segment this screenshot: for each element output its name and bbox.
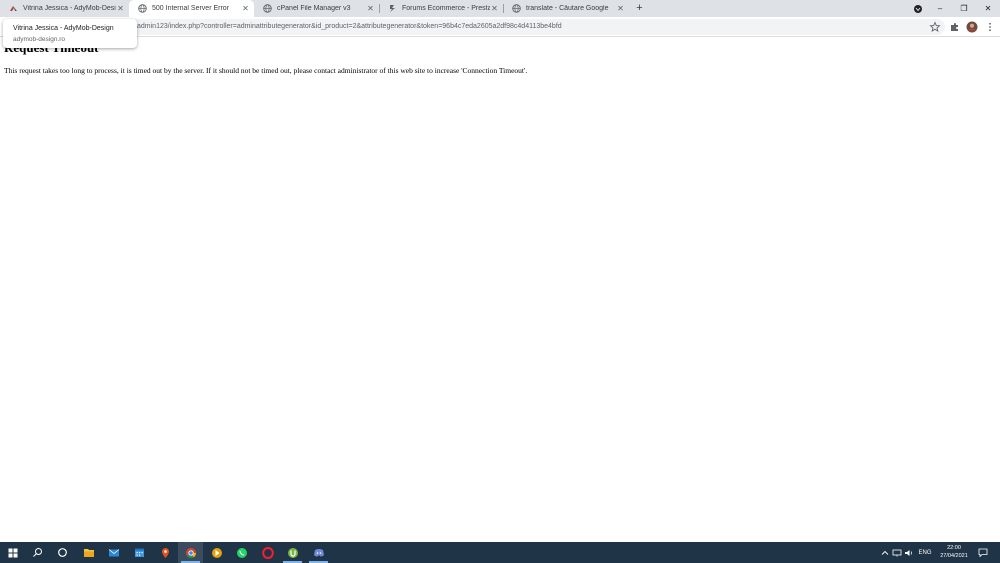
puzzle-icon — [951, 23, 958, 31]
volume-icon[interactable] — [903, 542, 915, 563]
discord-icon — [313, 548, 324, 557]
address-bar-url[interactable]: admin123/index.php?controller=adminattri… — [137, 21, 562, 33]
chrome-icon — [185, 547, 196, 558]
avatar-icon — [966, 21, 978, 33]
tab-forums-prestashop[interactable]: Forums Ecommerce - PrestaShop ✕ — [379, 0, 503, 17]
adymob-favicon-icon — [9, 4, 18, 13]
tab-search-button[interactable] — [911, 2, 925, 16]
tab-strip: Vitrina Jessica - AdyMob-Design ✕ 500 In… — [0, 0, 1000, 17]
taskbar-clock[interactable]: 22:00 27/04/2021 — [932, 544, 976, 560]
profile-avatar[interactable] — [965, 20, 979, 34]
globe-icon — [263, 4, 272, 13]
maps-icon — [162, 547, 169, 558]
cortana-button[interactable] — [50, 542, 75, 563]
hover-card-url: adymob-design.ro — [13, 36, 66, 43]
utorrent-icon — [287, 547, 298, 558]
restore-button[interactable]: ❐ — [952, 0, 976, 17]
globe-icon — [138, 4, 147, 13]
tab-search-icon — [914, 5, 922, 13]
minimize-button[interactable]: – — [928, 0, 952, 17]
tab-title: Forums Ecommerce - PrestaShop — [402, 5, 490, 12]
tab-hover-card: Vitrina Jessica - AdyMob-Design adymob-d… — [3, 19, 137, 48]
clock-date: 27/04/2021 — [940, 553, 968, 559]
tab-title: translate - Căutare Google — [526, 5, 609, 12]
tab-close-icon[interactable]: ✕ — [490, 4, 499, 13]
new-tab-button[interactable]: + — [633, 2, 646, 15]
tray-overflow-chevron-up-icon[interactable] — [879, 542, 891, 563]
tab-cpanel-file-manager[interactable]: cPanel File Manager v3 ✕ — [254, 0, 379, 17]
opera-button[interactable] — [255, 542, 280, 563]
notifications-icon — [978, 548, 988, 557]
plex-icon — [211, 547, 222, 558]
tab-close-icon[interactable]: ✕ — [616, 4, 625, 13]
whatsapp-icon — [236, 547, 247, 558]
utorrent-button[interactable] — [280, 542, 305, 563]
tab-close-icon[interactable]: ✕ — [241, 4, 250, 13]
tab-500-internal-server-error[interactable]: 500 Internal Server Error ✕ — [129, 0, 254, 17]
network-icon[interactable] — [891, 542, 903, 563]
notifications-button[interactable] — [976, 542, 990, 563]
prestashop-favicon-icon — [388, 4, 397, 13]
start-button[interactable] — [0, 542, 25, 563]
file-explorer-icon — [83, 549, 94, 557]
maps-button[interactable] — [153, 542, 178, 563]
tab-translate-google[interactable]: translate - Căutare Google ✕ — [503, 0, 629, 17]
mail-icon — [108, 548, 119, 556]
extensions-button[interactable] — [948, 20, 962, 34]
plex-button[interactable] — [204, 542, 229, 563]
clock-time: 22:00 — [947, 545, 961, 551]
file-explorer-button[interactable] — [76, 542, 101, 563]
opera-icon — [261, 546, 274, 559]
more-vertical-icon — [989, 22, 991, 32]
mail-button[interactable] — [101, 542, 126, 563]
search-icon — [33, 548, 42, 557]
tab-title: Vitrina Jessica - AdyMob-Design — [23, 5, 116, 12]
close-window-button[interactable]: ✕ — [976, 0, 1000, 17]
calendar-button[interactable] — [127, 542, 152, 563]
tab-title: cPanel File Manager v3 — [277, 5, 351, 12]
hover-card-title: Vitrina Jessica - AdyMob-Design — [13, 25, 114, 32]
whatsapp-button[interactable] — [229, 542, 254, 563]
bookmark-star-button[interactable] — [928, 20, 942, 34]
tab-close-icon[interactable]: ✕ — [366, 4, 375, 13]
browser-menu-button[interactable] — [983, 20, 997, 34]
discord-button[interactable] — [306, 542, 331, 563]
tab-close-icon[interactable]: ✕ — [116, 4, 125, 13]
error-message: This request takes too long to process, … — [4, 66, 528, 75]
search-button[interactable] — [25, 542, 50, 563]
star-icon — [929, 21, 941, 32]
cortana-icon — [58, 548, 67, 557]
chrome-button[interactable] — [178, 542, 203, 563]
windows-start-icon — [8, 548, 17, 557]
windows-taskbar: ENG — [0, 542, 1000, 563]
tab-title: 500 Internal Server Error — [152, 5, 230, 12]
tab-vitrina-jessica[interactable]: Vitrina Jessica - AdyMob-Design ✕ — [0, 0, 129, 17]
globe-icon — [512, 4, 521, 13]
calendar-icon — [135, 548, 144, 557]
